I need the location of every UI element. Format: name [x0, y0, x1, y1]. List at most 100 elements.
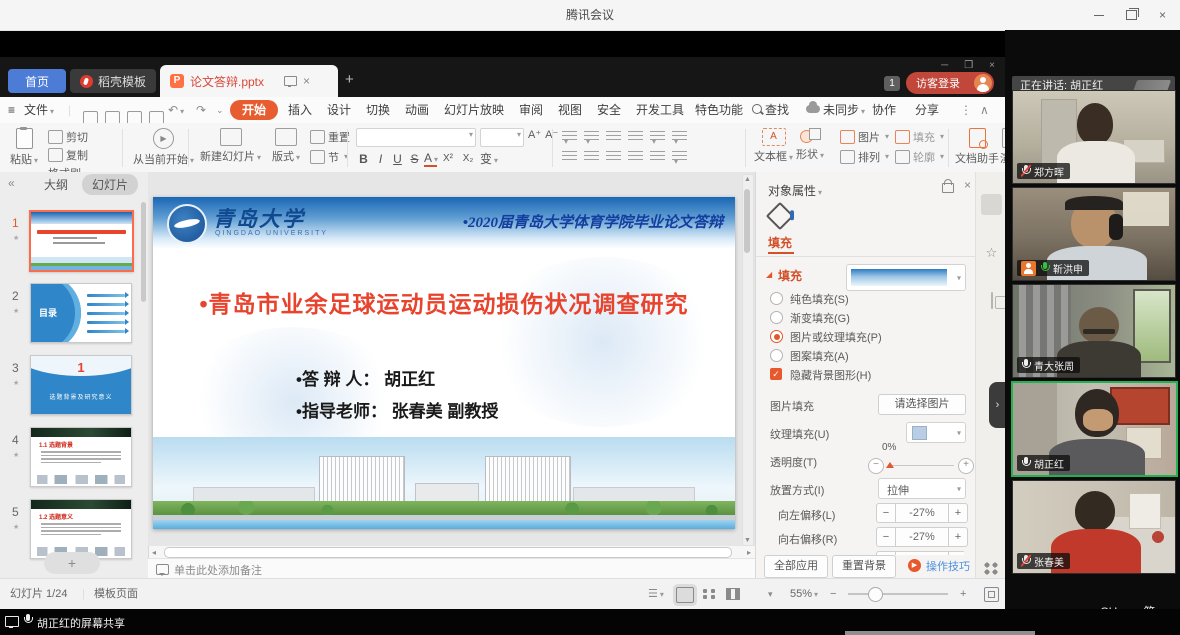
tab-document[interactable]: P 论文答辩.pptx × [160, 65, 338, 97]
menu-insert[interactable]: 插入 [288, 97, 312, 123]
video-tile-4[interactable]: 胡正红 [1011, 381, 1178, 477]
scroll-up-icon[interactable]: ▲ [743, 176, 752, 183]
cut-button[interactable]: 剪切 [48, 129, 88, 144]
offset-left-stepper[interactable]: −-27%+ [876, 503, 968, 523]
menu-slideshow[interactable]: 幻灯片放映 [444, 97, 504, 123]
menu-animation[interactable]: 动画 [405, 97, 429, 123]
radio-solid-fill-label[interactable]: 纯色填充(S) [790, 291, 849, 307]
zoom-slider-knob[interactable] [868, 587, 883, 602]
transparency-slider-marker[interactable] [886, 462, 894, 468]
italic-button[interactable]: I [373, 152, 388, 166]
hide-background-label[interactable]: 隐藏背景图形(H) [790, 367, 871, 383]
video-tile-3[interactable]: 青大张周 [1012, 284, 1176, 378]
superscript-button[interactable]: X² [439, 153, 457, 164]
offset-right-value[interactable]: -27% [896, 527, 948, 547]
fill-preview-select[interactable] [846, 264, 966, 291]
increase-indent-icon[interactable] [628, 131, 643, 142]
close-panel-icon[interactable]: × [964, 178, 971, 192]
placement-select[interactable]: 拉伸 [878, 478, 966, 499]
scroll-left-icon[interactable]: ◂ [152, 548, 156, 557]
undo-icon[interactable]: ↶ [168, 97, 184, 123]
radio-picture-fill-label[interactable]: 图片或纹理填充(P) [790, 329, 882, 345]
menu-view[interactable]: 视图 [558, 97, 582, 123]
tips-link[interactable]: 操作技巧 [926, 558, 970, 574]
zoom-slider-track[interactable] [848, 593, 948, 595]
quickbar-more-icon[interactable]: ⌄ [216, 97, 224, 123]
paste-button[interactable]: 粘贴 [10, 128, 38, 167]
distribute-icon[interactable] [650, 151, 665, 162]
normal-view-icon[interactable] [676, 587, 694, 603]
radio-solid-fill[interactable] [770, 292, 783, 305]
menu-features[interactable]: 特色功能 [695, 97, 743, 123]
zoom-out-icon[interactable]: − [830, 579, 836, 609]
transparency-plus[interactable]: + [958, 458, 974, 474]
reading-view-icon[interactable] [726, 588, 740, 600]
new-tab-button[interactable]: + [345, 71, 354, 88]
zoom-in-icon[interactable]: + [960, 579, 966, 609]
tab-slides[interactable]: 幻灯片 [82, 174, 138, 195]
scroll-right-icon[interactable]: ▸ [747, 548, 751, 557]
menu-security[interactable]: 安全 [597, 97, 621, 123]
grow-font-button[interactable]: A⁺ [528, 128, 541, 147]
bullets-icon[interactable] [562, 131, 577, 142]
layout-button[interactable]: 版式 [272, 128, 300, 164]
radio-pattern-fill-label[interactable]: 图案填充(A) [790, 348, 849, 364]
underline-button[interactable]: U [390, 152, 405, 166]
redo-icon[interactable]: ↷ [196, 97, 206, 123]
video-tile-2[interactable]: 靳洪申 [1012, 187, 1176, 281]
decrease-indent-icon[interactable] [606, 131, 621, 142]
menu-transition[interactable]: 切换 [366, 97, 390, 123]
offset-left-value[interactable]: -27% [896, 503, 948, 523]
panel-title[interactable]: 对象属性 [768, 182, 822, 199]
scroll-down-icon[interactable]: ▼ [743, 537, 752, 544]
new-slide-button[interactable]: 新建幻灯片 [200, 128, 261, 164]
outline-button[interactable]: 轮廓 [895, 149, 944, 164]
tab-outline[interactable]: 大纲 [44, 176, 68, 193]
text-box-button[interactable]: A 文本框 [754, 128, 793, 164]
canvas-vertical-scrollbar[interactable]: ▲ ▼ [742, 174, 754, 546]
video-tile-5[interactable]: 张春美 [1012, 480, 1176, 574]
slide-thumbnail-2[interactable]: 目录 [30, 283, 132, 343]
canvas-horizontal-scrollbar[interactable]: ◂ ▸ [148, 546, 755, 558]
font-family-select[interactable] [356, 128, 476, 147]
fill-tab[interactable]: 填充 [768, 234, 792, 251]
subscript-button[interactable]: X₂ [459, 153, 477, 164]
share-button[interactable]: 分享 [915, 97, 939, 123]
bold-button[interactable]: B [356, 152, 371, 166]
more-menu-icon[interactable]: ⋮ [960, 97, 972, 123]
find-button[interactable]: 查找 [752, 97, 789, 123]
slide-sorter-view-icon[interactable] [702, 588, 716, 600]
radio-pattern-fill[interactable] [770, 349, 783, 362]
offset-left-minus[interactable]: − [876, 503, 896, 523]
offset-left-plus[interactable]: + [948, 503, 968, 523]
hamburger-icon[interactable]: ≡ [8, 97, 15, 123]
transparency-minus[interactable]: − [868, 458, 884, 474]
font-color-button[interactable]: A [424, 151, 437, 167]
columns-icon[interactable] [650, 131, 665, 142]
wps-window-controls[interactable]: ─❒× [941, 59, 995, 71]
collaborate-button[interactable]: 协作 [872, 97, 896, 123]
selection-pane-icon[interactable] [981, 290, 1002, 311]
collapse-sidebar-icon[interactable]: « [8, 176, 15, 190]
restore-icon[interactable] [1126, 10, 1137, 20]
menu-design[interactable]: 设计 [327, 97, 351, 123]
offset-right-plus[interactable]: + [948, 527, 968, 547]
menu-review[interactable]: 审阅 [519, 97, 543, 123]
numbering-icon[interactable] [584, 131, 599, 142]
strikethrough-button[interactable]: S [407, 152, 422, 166]
doc-assistant-button[interactable]: 文档助手 [955, 128, 999, 166]
offset-right-minus[interactable]: − [876, 527, 896, 547]
align-right-icon[interactable] [606, 151, 621, 162]
text-direction-icon[interactable] [672, 131, 687, 142]
align-left-icon[interactable] [562, 151, 577, 162]
view-name[interactable]: 模板页面 [94, 579, 138, 609]
zoom-level[interactable]: 55% [790, 579, 818, 609]
collapse-video-panel-tab[interactable]: › [989, 382, 1006, 428]
app-grid-icon[interactable] [984, 562, 998, 575]
notes-bar[interactable]: 单击此处添加备注 [148, 558, 755, 579]
notification-badge[interactable]: 1 [884, 76, 900, 91]
choose-picture-button[interactable]: 请选择图片 [878, 394, 966, 415]
fill-button[interactable]: 填充 [895, 129, 944, 144]
section-expand-icon[interactable]: ◢ [766, 270, 772, 279]
font-size-select[interactable] [480, 128, 524, 147]
